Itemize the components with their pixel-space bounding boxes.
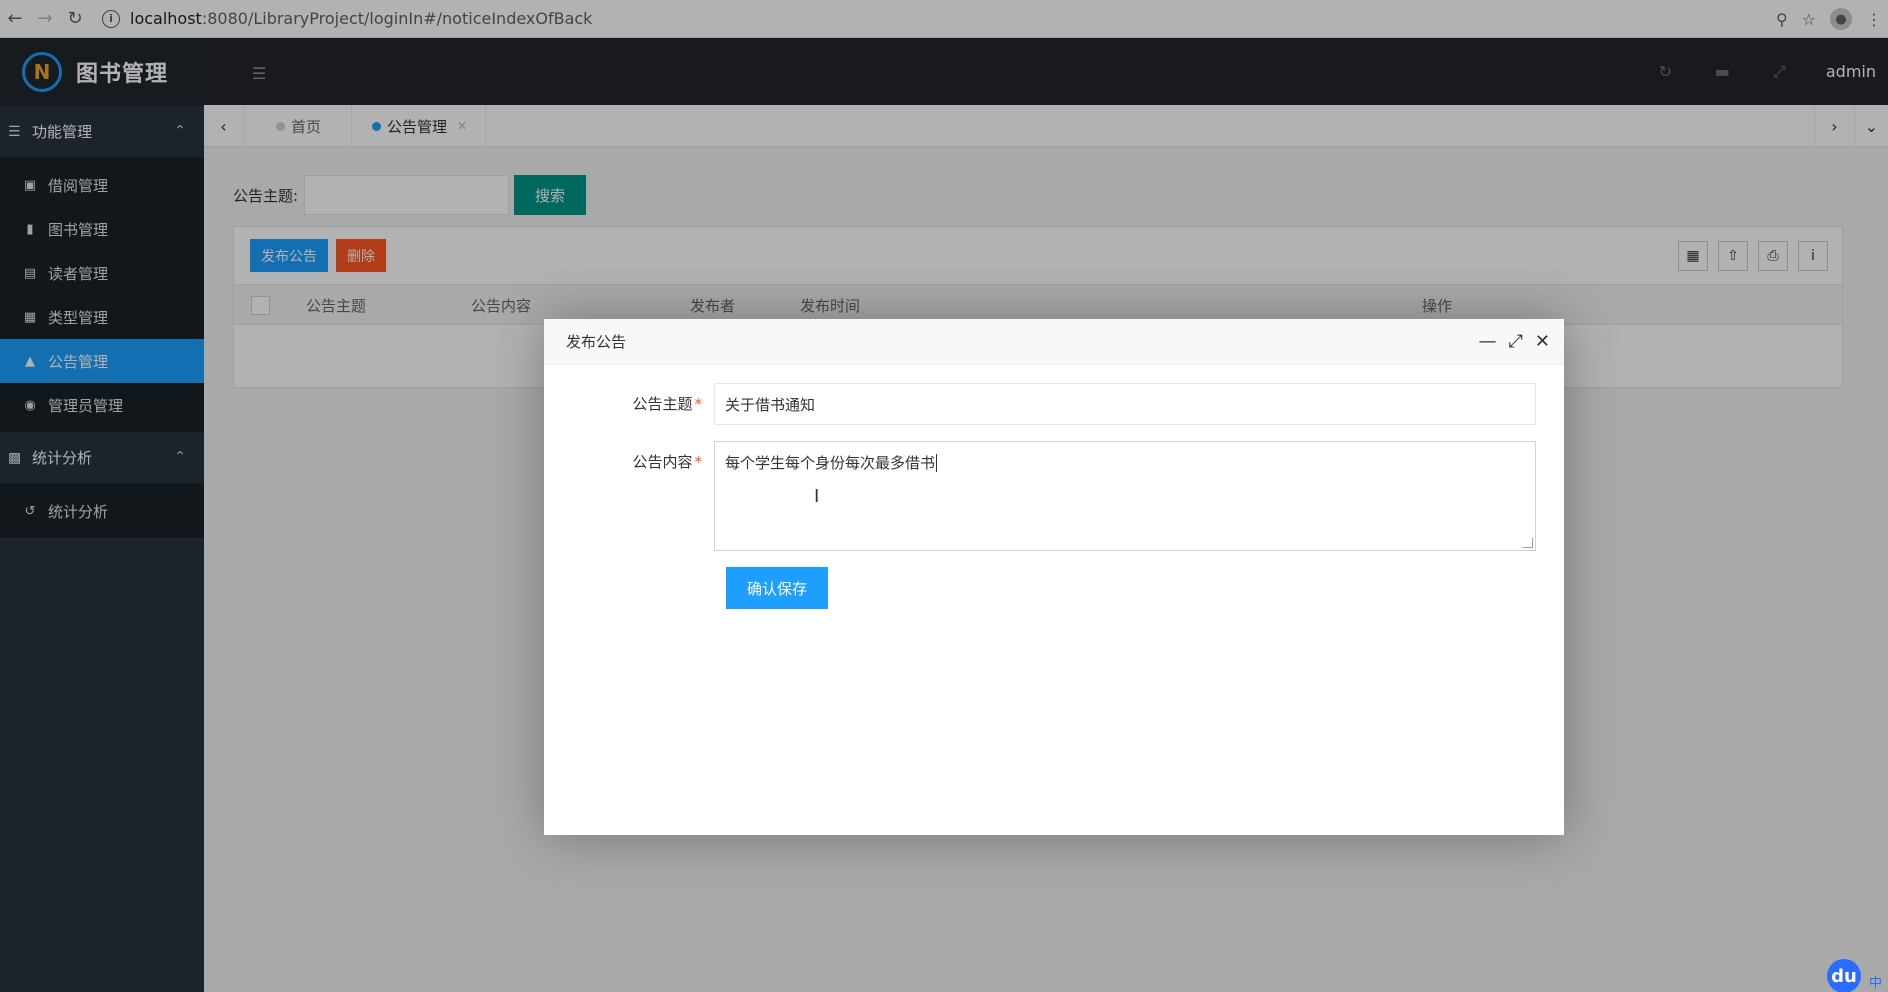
content-label: 公告内容 * (632, 453, 702, 471)
ime-toolbar: du 中 (1826, 959, 1888, 992)
subject-label: 公告主题 * (632, 395, 702, 413)
publish-notice-dialog: 发布公告 — ⤢ ✕ 公告主题 * 关于借书通知 公告内容 * 每个学生每个身份每次… (544, 319, 1564, 835)
content-textarea[interactable]: 每个学生每个身份每次最多借书 (714, 441, 1536, 551)
maximize-icon[interactable]: ⤢ (1509, 331, 1523, 352)
ime-logo-icon[interactable]: du (1826, 959, 1861, 992)
dialog-title: 发布公告 (566, 333, 627, 351)
dialog-title-bar: 发布公告 — ⤢ ✕ (544, 319, 1564, 365)
ime-lang[interactable]: 中 (1869, 972, 1882, 991)
minimize-icon[interactable]: — (1479, 331, 1497, 352)
text-cursor-icon: I (814, 486, 820, 507)
confirm-save-button[interactable]: 确认保存 (726, 567, 828, 609)
content-row: 公告内容 * 每个学生每个身份每次最多借书 (544, 441, 1536, 551)
close-icon[interactable]: ✕ (1535, 331, 1550, 352)
subject-row: 公告主题 * 关于借书通知 (544, 383, 1536, 425)
subject-input[interactable]: 关于借书通知 (714, 383, 1536, 425)
resize-handle[interactable] (1523, 538, 1533, 548)
